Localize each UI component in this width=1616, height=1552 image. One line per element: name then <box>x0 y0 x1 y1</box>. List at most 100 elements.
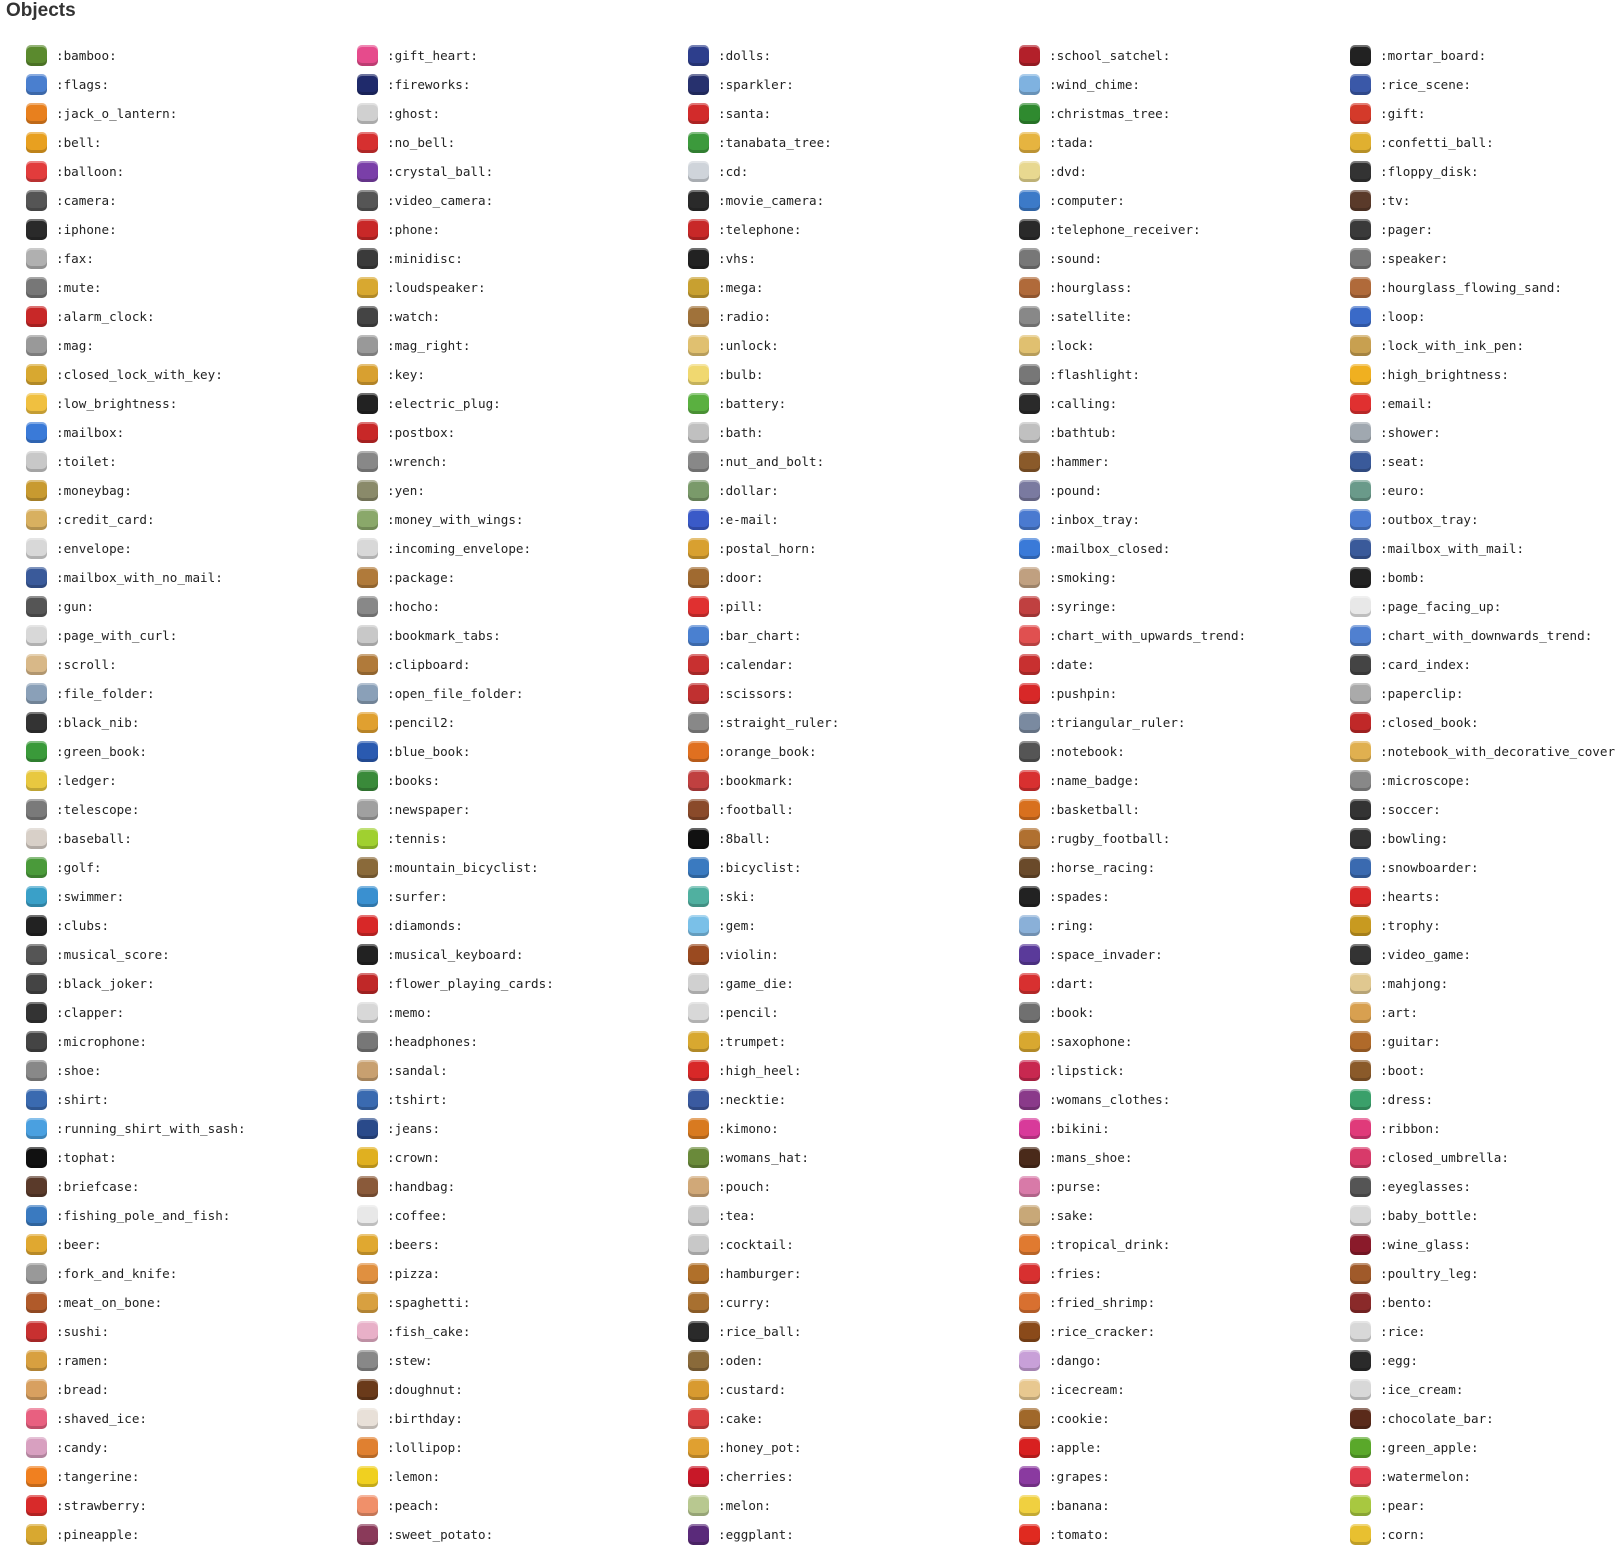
emoji-item[interactable]: :mega: <box>688 273 1019 302</box>
emoji-item[interactable]: :bikini: <box>1019 1114 1350 1143</box>
emoji-item[interactable]: :egg: <box>1350 1346 1616 1375</box>
emoji-item[interactable]: :clapper: <box>26 998 357 1027</box>
emoji-item[interactable]: :jeans: <box>357 1114 688 1143</box>
emoji-item[interactable]: :flags: <box>26 70 357 99</box>
emoji-item[interactable]: :fork_and_knife: <box>26 1259 357 1288</box>
emoji-item[interactable]: :no_bell: <box>357 128 688 157</box>
emoji-item[interactable]: :ghost: <box>357 99 688 128</box>
emoji-item[interactable]: :package: <box>357 563 688 592</box>
emoji-item[interactable]: :battery: <box>688 389 1019 418</box>
emoji-item[interactable]: :surfer: <box>357 882 688 911</box>
emoji-item[interactable]: :soccer: <box>1350 795 1616 824</box>
emoji-item[interactable]: :baseball: <box>26 824 357 853</box>
emoji-item[interactable]: :hammer: <box>1019 447 1350 476</box>
emoji-item[interactable]: :mailbox_closed: <box>1019 534 1350 563</box>
emoji-item[interactable]: :beers: <box>357 1230 688 1259</box>
emoji-item[interactable]: :hearts: <box>1350 882 1616 911</box>
emoji-item[interactable]: :hocho: <box>357 592 688 621</box>
emoji-item[interactable]: :jack_o_lantern: <box>26 99 357 128</box>
emoji-item[interactable]: :bowling: <box>1350 824 1616 853</box>
emoji-item[interactable]: :tea: <box>688 1201 1019 1230</box>
emoji-item[interactable]: :bento: <box>1350 1288 1616 1317</box>
emoji-item[interactable]: :swimmer: <box>26 882 357 911</box>
emoji-item[interactable]: :blue_book: <box>357 737 688 766</box>
emoji-item[interactable]: :mans_shoe: <box>1019 1143 1350 1172</box>
emoji-item[interactable]: :pound: <box>1019 476 1350 505</box>
emoji-item[interactable]: :golf: <box>26 853 357 882</box>
emoji-item[interactable]: :clipboard: <box>357 650 688 679</box>
emoji-item[interactable]: :crown: <box>357 1143 688 1172</box>
emoji-item[interactable]: :nut_and_bolt: <box>688 447 1019 476</box>
emoji-item[interactable]: :sound: <box>1019 244 1350 273</box>
emoji-item[interactable]: :calling: <box>1019 389 1350 418</box>
emoji-item[interactable]: :pencil: <box>688 998 1019 1027</box>
emoji-item[interactable]: :coffee: <box>357 1201 688 1230</box>
emoji-item[interactable]: :cocktail: <box>688 1230 1019 1259</box>
emoji-item[interactable]: :headphones: <box>357 1027 688 1056</box>
emoji-item[interactable]: :stew: <box>357 1346 688 1375</box>
emoji-item[interactable]: :spaghetti: <box>357 1288 688 1317</box>
emoji-item[interactable]: :wind_chime: <box>1019 70 1350 99</box>
emoji-item[interactable]: :tada: <box>1019 128 1350 157</box>
emoji-item[interactable]: :smoking: <box>1019 563 1350 592</box>
emoji-item[interactable]: :bread: <box>26 1375 357 1404</box>
emoji-item[interactable]: :low_brightness: <box>26 389 357 418</box>
emoji-item[interactable]: :space_invader: <box>1019 940 1350 969</box>
emoji-item[interactable]: :womans_hat: <box>688 1143 1019 1172</box>
emoji-item[interactable]: :microscope: <box>1350 766 1616 795</box>
emoji-item[interactable]: :telephone_receiver: <box>1019 215 1350 244</box>
emoji-item[interactable]: :custard: <box>688 1375 1019 1404</box>
emoji-item[interactable]: :outbox_tray: <box>1350 505 1616 534</box>
emoji-item[interactable]: :wrench: <box>357 447 688 476</box>
emoji-item[interactable]: :baby_bottle: <box>1350 1201 1616 1230</box>
emoji-item[interactable]: :incoming_envelope: <box>357 534 688 563</box>
emoji-item[interactable]: :seat: <box>1350 447 1616 476</box>
emoji-item[interactable]: :football: <box>688 795 1019 824</box>
emoji-item[interactable]: :shaved_ice: <box>26 1404 357 1433</box>
emoji-item[interactable]: :email: <box>1350 389 1616 418</box>
emoji-item[interactable]: :telephone: <box>688 215 1019 244</box>
emoji-item[interactable]: :melon: <box>688 1491 1019 1520</box>
emoji-item[interactable]: :oden: <box>688 1346 1019 1375</box>
emoji-item[interactable]: :banana: <box>1019 1491 1350 1520</box>
emoji-item[interactable]: :boot: <box>1350 1056 1616 1085</box>
emoji-item[interactable]: :flower_playing_cards: <box>357 969 688 998</box>
emoji-item[interactable]: :womans_clothes: <box>1019 1085 1350 1114</box>
emoji-item[interactable]: :key: <box>357 360 688 389</box>
emoji-item[interactable]: :shoe: <box>26 1056 357 1085</box>
emoji-item[interactable]: :snowboarder: <box>1350 853 1616 882</box>
emoji-item[interactable]: :sake: <box>1019 1201 1350 1230</box>
emoji-item[interactable]: :mag: <box>26 331 357 360</box>
emoji-item[interactable]: :rice_cracker: <box>1019 1317 1350 1346</box>
emoji-item[interactable]: :dolls: <box>688 41 1019 70</box>
emoji-item[interactable]: :gem: <box>688 911 1019 940</box>
emoji-item[interactable]: :inbox_tray: <box>1019 505 1350 534</box>
emoji-item[interactable]: :briefcase: <box>26 1172 357 1201</box>
emoji-item[interactable]: :santa: <box>688 99 1019 128</box>
emoji-item[interactable]: :tangerine: <box>26 1462 357 1491</box>
emoji-item[interactable]: :straight_ruler: <box>688 708 1019 737</box>
emoji-item[interactable]: :electric_plug: <box>357 389 688 418</box>
emoji-item[interactable]: :meat_on_bone: <box>26 1288 357 1317</box>
emoji-item[interactable]: :mahjong: <box>1350 969 1616 998</box>
emoji-item[interactable]: :art: <box>1350 998 1616 1027</box>
emoji-item[interactable]: :cherries: <box>688 1462 1019 1491</box>
emoji-item[interactable]: :game_die: <box>688 969 1019 998</box>
emoji-item[interactable]: :door: <box>688 563 1019 592</box>
emoji-item[interactable]: :fish_cake: <box>357 1317 688 1346</box>
emoji-item[interactable]: :curry: <box>688 1288 1019 1317</box>
emoji-item[interactable]: :tshirt: <box>357 1085 688 1114</box>
emoji-item[interactable]: :pear: <box>1350 1491 1616 1520</box>
emoji-item[interactable]: :tomato: <box>1019 1520 1350 1549</box>
emoji-item[interactable]: :bar_chart: <box>688 621 1019 650</box>
emoji-item[interactable]: :notebook_with_decorative_cover: <box>1350 737 1616 766</box>
emoji-item[interactable]: :ribbon: <box>1350 1114 1616 1143</box>
emoji-item[interactable]: :mute: <box>26 273 357 302</box>
emoji-item[interactable]: :memo: <box>357 998 688 1027</box>
emoji-item[interactable]: :pizza: <box>357 1259 688 1288</box>
emoji-item[interactable]: :iphone: <box>26 215 357 244</box>
emoji-item[interactable]: :mailbox_with_no_mail: <box>26 563 357 592</box>
emoji-item[interactable]: :basketball: <box>1019 795 1350 824</box>
emoji-item[interactable]: :pill: <box>688 592 1019 621</box>
emoji-item[interactable]: :dollar: <box>688 476 1019 505</box>
